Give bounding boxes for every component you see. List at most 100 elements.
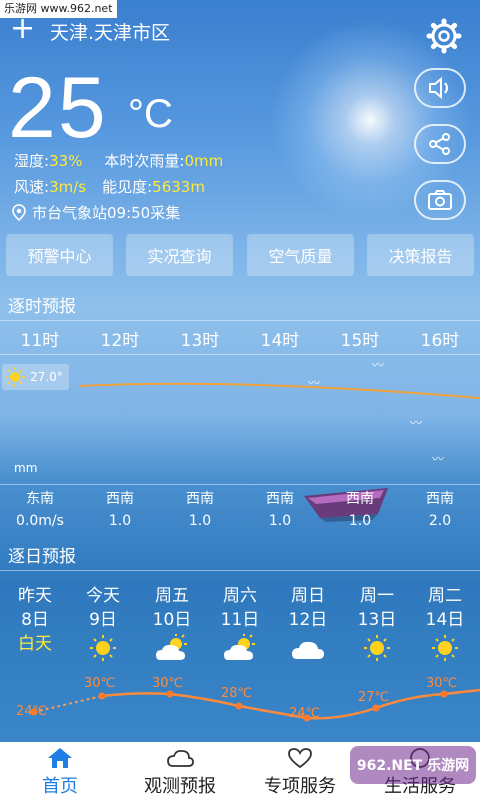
day-date: 13日: [357, 610, 397, 630]
wind-column: 西南 1.0: [320, 488, 400, 532]
stat-row-humidity: 湿度:33% 本时次雨量:0mm: [14, 148, 223, 174]
day-name: 周一: [360, 586, 394, 606]
day-date: 11日: [220, 610, 260, 630]
daily-column[interactable]: 周一 13日: [342, 584, 412, 662]
day-date: 12日: [288, 610, 328, 630]
hour-label: 15时: [340, 331, 380, 351]
top-bar: + 天津.天津市区: [0, 10, 480, 54]
current-temperature: 25: [8, 60, 108, 156]
sun-icon: [90, 635, 116, 661]
daily-column[interactable]: 周日 12日: [273, 584, 343, 662]
hourly-header: 11时 12时 13时 14时 15时 16时: [0, 326, 480, 352]
stat-row-wind: 风速:3m/s 能见度:5633m: [14, 174, 223, 200]
nav-label: 首页: [42, 776, 78, 797]
wind-direction: 西南: [106, 491, 134, 507]
wind-label: 风速:: [14, 178, 50, 196]
wind-speed: 1.0: [188, 513, 212, 529]
screenshot-button[interactable]: [414, 180, 466, 220]
day-name: 周六: [223, 586, 257, 606]
hour-label: 12时: [100, 331, 140, 351]
daily-temp-label: 27℃: [358, 690, 390, 705]
daily-column[interactable]: 周五 10日: [137, 584, 207, 662]
hour-label: 13时: [180, 331, 220, 351]
wind-direction: 西南: [186, 491, 214, 507]
location-pin-icon: [12, 203, 26, 221]
nav-home[interactable]: 首页: [0, 742, 120, 800]
day-date: 10日: [152, 610, 192, 630]
speaker-icon: [429, 76, 448, 100]
hour-label: 16时: [420, 331, 460, 351]
wind-direction: 西南: [346, 491, 374, 507]
daily-temp-label: 30℃: [152, 676, 184, 691]
air-quality-button[interactable]: 空气质量: [247, 234, 354, 276]
cloud-outline-icon: [167, 749, 194, 767]
share-icon: [429, 133, 450, 155]
wind-speed: 2.0: [428, 513, 452, 529]
hour-label: 11时: [20, 331, 60, 351]
daily-column[interactable]: 周六 11日: [205, 584, 275, 662]
daily-column[interactable]: 周二 14日: [410, 584, 480, 662]
daily-temp-label: 24℃: [289, 706, 321, 721]
daily-temp-label: 30℃: [84, 676, 116, 691]
day-name: 昨天: [18, 586, 52, 606]
hourly-title: 逐时预报: [8, 297, 76, 317]
add-city-icon[interactable]: +: [10, 14, 35, 44]
temperature-unit: °C: [128, 92, 173, 136]
daily-temp-label: 30℃: [426, 676, 458, 691]
heart-icon: [288, 748, 312, 769]
day-name: 今天: [86, 586, 120, 606]
hourly-temp-line: [79, 382, 480, 399]
wind-column: 西南 2.0: [400, 488, 480, 532]
nav-forecast[interactable]: 观测预报: [120, 742, 240, 800]
humidity-value: 33%: [49, 152, 83, 170]
daily-column[interactable]: 昨天 8日 白天: [0, 584, 70, 656]
day-name: 周日: [291, 586, 325, 606]
daily-title: 逐日预报: [8, 547, 76, 567]
sun-icon: [432, 635, 458, 661]
cloud-icon: [292, 641, 324, 659]
wind-speed: 1.0: [108, 513, 132, 529]
current-stats: 湿度:33% 本时次雨量:0mm 风速:3m/s 能见度:5633m: [14, 148, 223, 200]
wind-speed: 0.0m/s: [16, 513, 64, 529]
wind-direction: 西南: [266, 491, 294, 507]
daytime-label: 白天: [18, 634, 52, 654]
home-icon: [48, 748, 72, 768]
rain-unit-label: mm: [14, 461, 38, 475]
rain-value: 0mm: [184, 152, 224, 170]
bird-decoration: 〰: [432, 452, 445, 466]
wind-column: 西南 1.0: [80, 488, 160, 532]
wind-direction: 东南: [26, 491, 54, 507]
wind-value: 3m/s: [49, 178, 87, 196]
warning-center-button[interactable]: 预警中心: [6, 234, 113, 276]
station-label: 市台气象站09:50采集: [32, 204, 181, 222]
hour-label: 14时: [260, 331, 300, 351]
watermark-logo: 962.NET 乐游网: [350, 746, 476, 784]
decision-report-button[interactable]: 决策报告: [367, 234, 474, 276]
divider: [0, 320, 480, 321]
nav-special-service[interactable]: 专项服务: [240, 742, 360, 800]
day-date: 8日: [21, 610, 49, 630]
divider: [0, 570, 480, 571]
gear-icon[interactable]: [426, 18, 462, 54]
live-query-button[interactable]: 实况查询: [126, 234, 233, 276]
daily-temp-label: 24℃: [16, 704, 48, 719]
day-name: 周二: [428, 586, 462, 606]
share-button[interactable]: [414, 124, 466, 164]
humidity-label: 湿度:: [14, 152, 50, 170]
wind-speed: 1.0: [268, 513, 292, 529]
wind-column: 西南 1.0: [160, 488, 240, 532]
camera-icon: [428, 190, 452, 210]
nav-label: 观测预报: [144, 776, 216, 797]
cloud-sun-icon: [156, 634, 187, 660]
daily-column[interactable]: 今天 9日: [68, 584, 138, 662]
bird-decoration: 〰: [410, 416, 423, 430]
divider: [0, 354, 480, 355]
station-info[interactable]: 市台气象站09:50采集: [10, 202, 180, 223]
day-date: 9日: [89, 610, 117, 630]
day-date: 14日: [425, 610, 465, 630]
wind-speed: 1.0: [348, 513, 372, 529]
sound-button[interactable]: [414, 68, 466, 108]
city-name[interactable]: 天津.天津市区: [50, 18, 170, 45]
cloud-sun-icon: [224, 634, 255, 660]
visibility-value: 5633m: [152, 178, 205, 196]
